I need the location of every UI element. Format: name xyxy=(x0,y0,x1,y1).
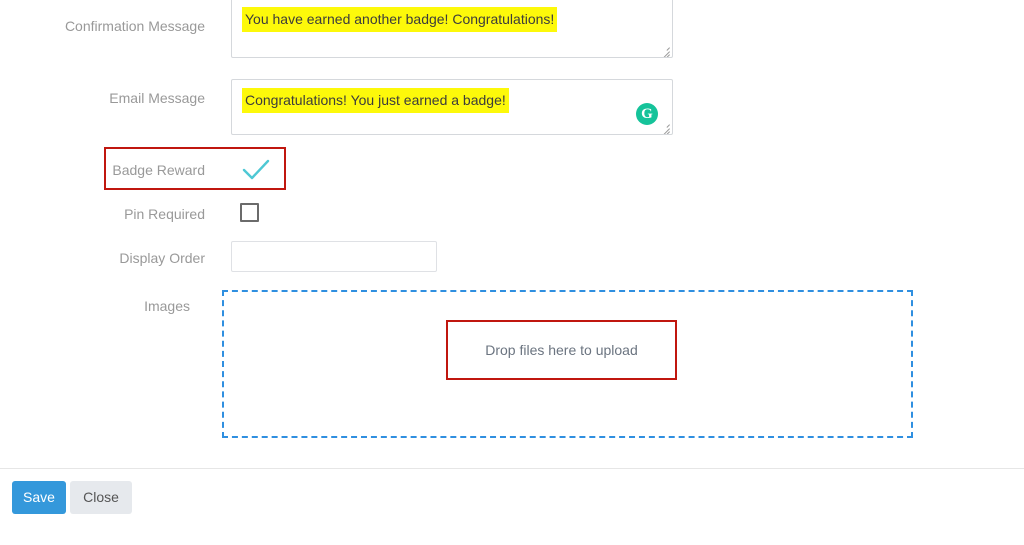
badge-reward-label: Badge Reward xyxy=(112,162,205,178)
badge-reward-checkmark-icon[interactable] xyxy=(242,159,270,181)
confirmation-message-highlight: You have earned another badge! Congratul… xyxy=(242,7,558,32)
badge-edit-form-page: Confirmation Message You have earned ano… xyxy=(0,0,1024,545)
email-message-value: Congratulations! You just earned a badge… xyxy=(242,88,509,113)
images-label: Images xyxy=(144,298,190,314)
email-message-textarea[interactable]: Congratulations! You just earned a badge… xyxy=(231,79,673,135)
pin-required-checkbox[interactable] xyxy=(240,203,259,222)
resize-grip-icon[interactable] xyxy=(657,42,671,57)
email-message-label: Email Message xyxy=(109,90,205,106)
confirmation-message-textarea[interactable]: You have earned another badge! Congratul… xyxy=(231,0,673,58)
display-order-label: Display Order xyxy=(119,250,205,266)
grammarly-icon[interactable]: G xyxy=(636,103,658,125)
footer-divider xyxy=(0,468,1024,469)
drop-files-label[interactable]: Drop files here to upload xyxy=(446,320,677,380)
confirmation-message-value: You have earned another badge! Congratul… xyxy=(242,7,558,32)
email-message-highlight: Congratulations! You just earned a badge… xyxy=(242,88,509,113)
resize-grip-icon[interactable] xyxy=(657,119,671,134)
save-button[interactable]: Save xyxy=(12,481,66,514)
confirmation-message-label: Confirmation Message xyxy=(64,18,205,34)
display-order-input[interactable] xyxy=(231,241,437,272)
pin-required-label: Pin Required xyxy=(124,206,205,222)
close-button[interactable]: Close xyxy=(70,481,132,514)
images-dropzone[interactable]: Drop files here to upload xyxy=(222,290,913,438)
